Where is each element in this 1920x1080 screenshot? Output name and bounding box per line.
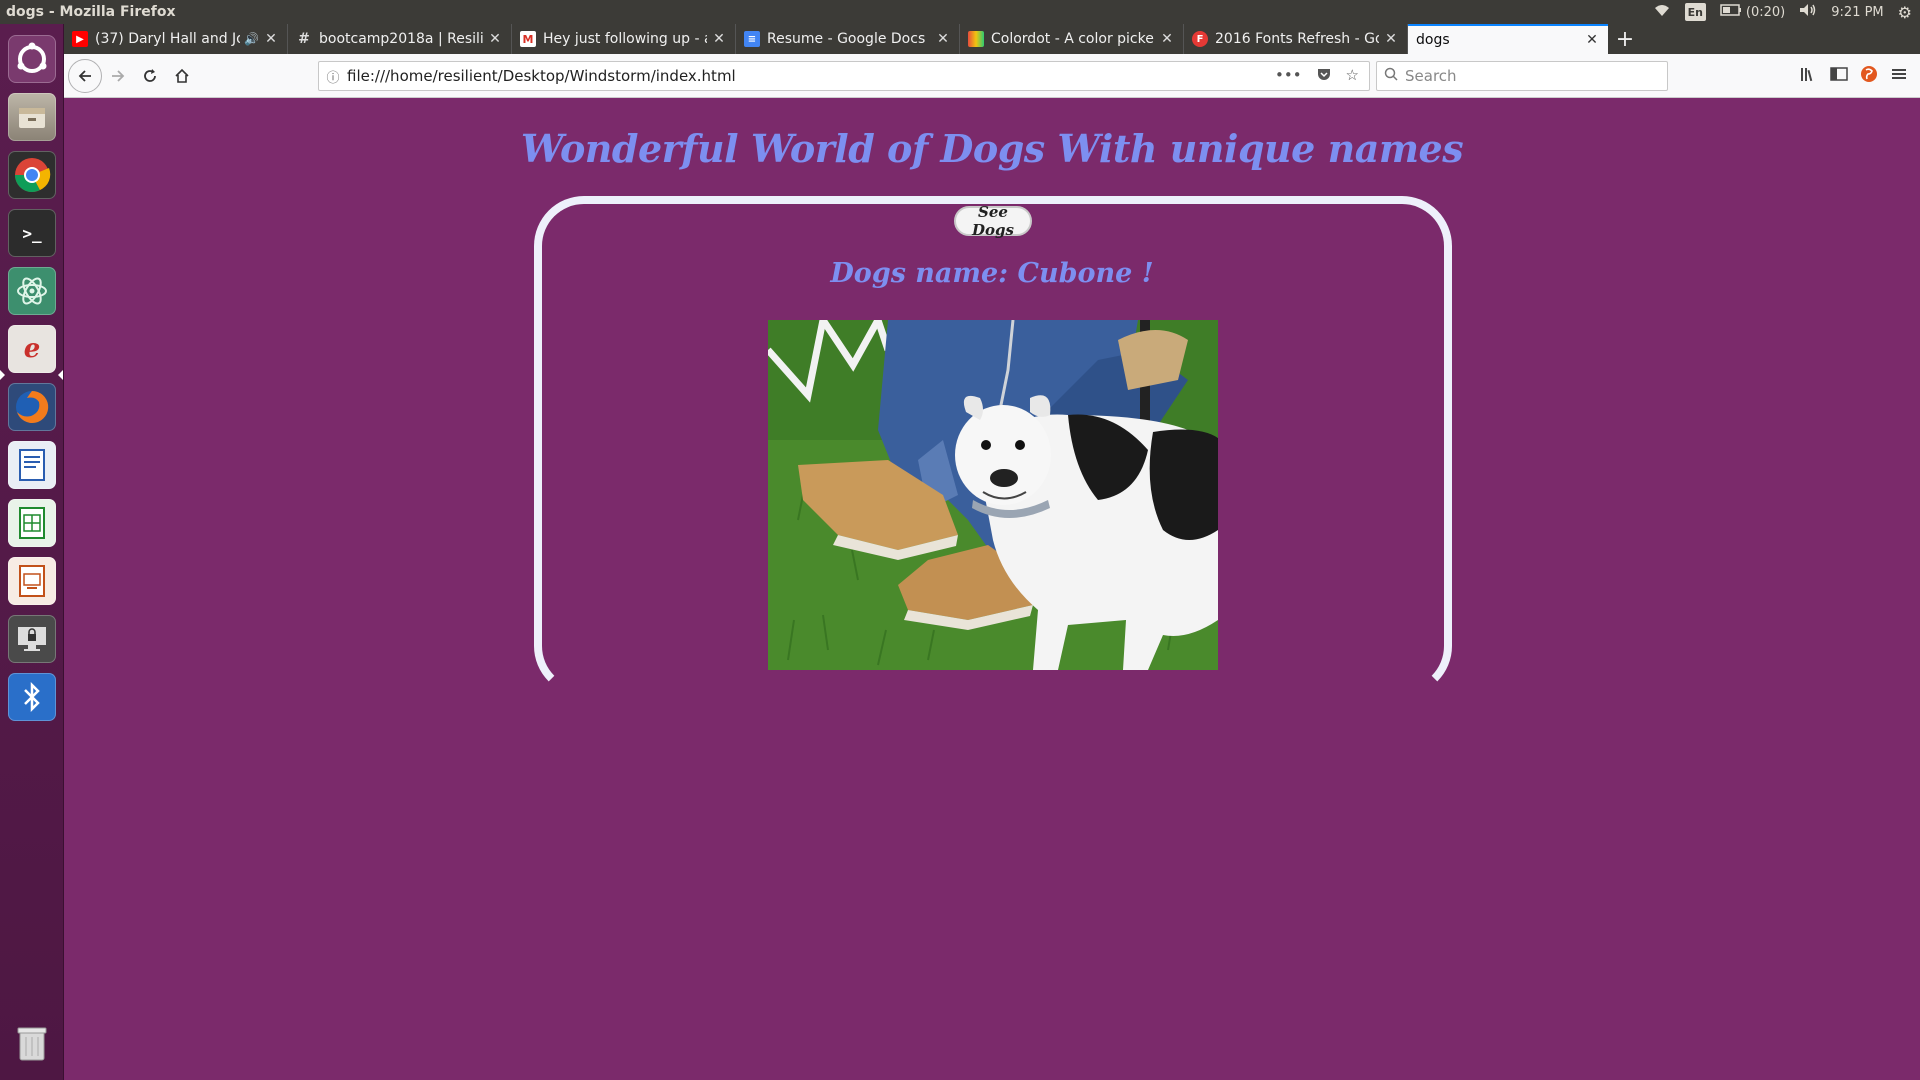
url-actions: ••• ☆ bbox=[1275, 66, 1369, 86]
launcher-focus-indicator bbox=[58, 370, 63, 380]
pocket-icon[interactable] bbox=[1316, 66, 1332, 86]
speaker-icon[interactable]: 🔊 bbox=[244, 32, 259, 46]
window-title: dogs - Mozilla Firefox bbox=[6, 4, 176, 20]
launcher-terminal[interactable]: >_ bbox=[5, 206, 59, 260]
launcher-atom[interactable] bbox=[5, 264, 59, 318]
lock-screen-icon bbox=[8, 615, 56, 663]
tab-title: 2016 Fonts Refresh - Goo bbox=[1215, 31, 1379, 47]
search-bar[interactable]: Search bbox=[1376, 61, 1668, 91]
reload-icon bbox=[144, 68, 156, 82]
keyboard-layout-indicator[interactable]: En bbox=[1684, 3, 1706, 21]
gmail-icon: M bbox=[520, 31, 536, 47]
clock[interactable]: 9:21 PM bbox=[1831, 5, 1883, 20]
dog-name-heading: Dogs name: Cubone ! bbox=[830, 258, 1154, 289]
info-icon[interactable]: ⓘ bbox=[319, 67, 347, 86]
see-dogs-button[interactable]: See Dogs bbox=[954, 203, 1032, 239]
toolbar-right bbox=[1800, 54, 1920, 98]
unity-launcher: >_ e bbox=[0, 24, 64, 1080]
browser-tab[interactable]: # bootcamp2018a | Resilie ✕ bbox=[288, 24, 512, 54]
url-bar[interactable]: ⓘ file:///home/resilient/Desktop/Windsto… bbox=[318, 61, 1370, 91]
system-top-panel: dogs - Mozilla Firefox En (0:20) 9:21 PM… bbox=[0, 0, 1920, 24]
launcher-writer[interactable] bbox=[5, 438, 59, 492]
library-icon[interactable] bbox=[1800, 66, 1818, 86]
dog-photo bbox=[768, 320, 1218, 670]
figma-icon: F bbox=[1192, 31, 1208, 47]
close-tab-icon[interactable]: ✕ bbox=[1159, 31, 1175, 47]
arrow-right-icon bbox=[112, 69, 125, 82]
browser-tab-active[interactable]: dogs ✕ bbox=[1408, 24, 1608, 54]
impress-icon bbox=[8, 557, 56, 605]
tab-title: Resume - Google Docs bbox=[767, 31, 926, 47]
more-actions-icon[interactable]: ••• bbox=[1275, 66, 1302, 86]
calc-icon bbox=[8, 499, 56, 547]
system-indicators: En (0:20) 9:21 PM ⚙ bbox=[1653, 3, 1920, 22]
launcher-bluetooth[interactable] bbox=[5, 670, 59, 724]
browser-nav-bar: ⓘ file:///home/resilient/Desktop/Windsto… bbox=[64, 54, 1920, 98]
editor-icon: e bbox=[8, 325, 56, 373]
web-page: Wonderful World of Dogs With unique name… bbox=[64, 98, 1920, 1080]
atom-icon bbox=[8, 267, 56, 315]
tab-title: Hey just following up - a bbox=[543, 31, 707, 47]
arrow-left-icon bbox=[78, 69, 91, 82]
launcher-calc[interactable] bbox=[5, 496, 59, 550]
forward-button[interactable] bbox=[102, 60, 134, 92]
bookmark-star-icon[interactable]: ☆ bbox=[1346, 66, 1359, 86]
bluetooth-icon bbox=[8, 673, 56, 721]
browser-tab[interactable]: Colordot - A color picker ✕ bbox=[960, 24, 1184, 54]
ubuntu-logo-icon bbox=[8, 35, 56, 83]
launcher-impress[interactable] bbox=[5, 554, 59, 608]
sidebar-icon[interactable] bbox=[1830, 66, 1848, 86]
wifi-icon[interactable] bbox=[1653, 3, 1671, 21]
battery-icon bbox=[1720, 4, 1742, 20]
writer-icon bbox=[8, 441, 56, 489]
youtube-icon: ▶ bbox=[72, 31, 88, 47]
tab-title: dogs bbox=[1416, 32, 1450, 48]
browser-tab[interactable]: ▶ (37) Daryl Hall and Jo 🔊 ✕ bbox=[64, 24, 288, 54]
chrome-icon bbox=[8, 151, 56, 199]
close-tab-icon[interactable]: ✕ bbox=[487, 31, 503, 47]
launcher-chrome[interactable] bbox=[5, 148, 59, 202]
gear-icon[interactable]: ⚙ bbox=[1898, 3, 1912, 22]
tab-title: (37) Daryl Hall and Jo bbox=[95, 31, 241, 47]
terminal-icon: >_ bbox=[8, 209, 56, 257]
close-tab-icon[interactable]: ✕ bbox=[263, 31, 279, 47]
launcher-editor[interactable]: e bbox=[5, 322, 59, 376]
volume-icon[interactable] bbox=[1799, 3, 1817, 21]
url-text[interactable]: file:///home/resilient/Desktop/Windstorm… bbox=[347, 67, 1275, 85]
browser-tab[interactable]: F 2016 Fonts Refresh - Goo ✕ bbox=[1184, 24, 1408, 54]
launcher-lock-screen[interactable] bbox=[5, 612, 59, 666]
home-icon bbox=[175, 68, 189, 83]
launcher-firefox[interactable] bbox=[5, 380, 59, 434]
trash-icon bbox=[8, 1019, 56, 1067]
page-title: Wonderful World of Dogs With unique name… bbox=[520, 126, 1464, 171]
browser-tab-bar: ▶ (37) Daryl Hall and Jo 🔊 ✕ # bootcamp2… bbox=[64, 24, 1920, 54]
battery-indicator[interactable]: (0:20) bbox=[1720, 4, 1785, 20]
home-button[interactable] bbox=[166, 60, 198, 92]
close-tab-icon[interactable]: ✕ bbox=[711, 31, 727, 47]
browser-tab[interactable]: ≡ Resume - Google Docs ✕ bbox=[736, 24, 960, 54]
tab-title: Colordot - A color picker bbox=[991, 31, 1155, 47]
search-icon bbox=[1377, 67, 1405, 85]
files-icon bbox=[8, 93, 56, 141]
tab-title: bootcamp2018a | Resilie bbox=[319, 31, 483, 47]
extension-icon[interactable] bbox=[1860, 65, 1878, 87]
colordot-icon bbox=[968, 31, 984, 47]
hamburger-menu-icon[interactable] bbox=[1890, 66, 1908, 86]
new-tab-button[interactable]: + bbox=[1608, 24, 1642, 54]
close-tab-icon[interactable]: ✕ bbox=[1584, 32, 1600, 48]
firefox-icon bbox=[8, 383, 56, 431]
docs-icon: ≡ bbox=[744, 31, 760, 47]
launcher-files[interactable] bbox=[5, 90, 59, 144]
browser-tab[interactable]: M Hey just following up - a ✕ bbox=[512, 24, 736, 54]
search-placeholder: Search bbox=[1405, 67, 1457, 85]
launcher-trash[interactable] bbox=[5, 1016, 59, 1070]
slack-icon: # bbox=[298, 31, 310, 47]
close-tab-icon[interactable]: ✕ bbox=[935, 31, 951, 47]
battery-time: (0:20) bbox=[1745, 4, 1786, 20]
launcher-dash-button[interactable] bbox=[5, 32, 59, 86]
launcher-active-indicator bbox=[0, 370, 5, 380]
close-tab-icon[interactable]: ✕ bbox=[1383, 31, 1399, 47]
back-button[interactable] bbox=[68, 58, 102, 93]
reload-button[interactable] bbox=[134, 60, 166, 92]
